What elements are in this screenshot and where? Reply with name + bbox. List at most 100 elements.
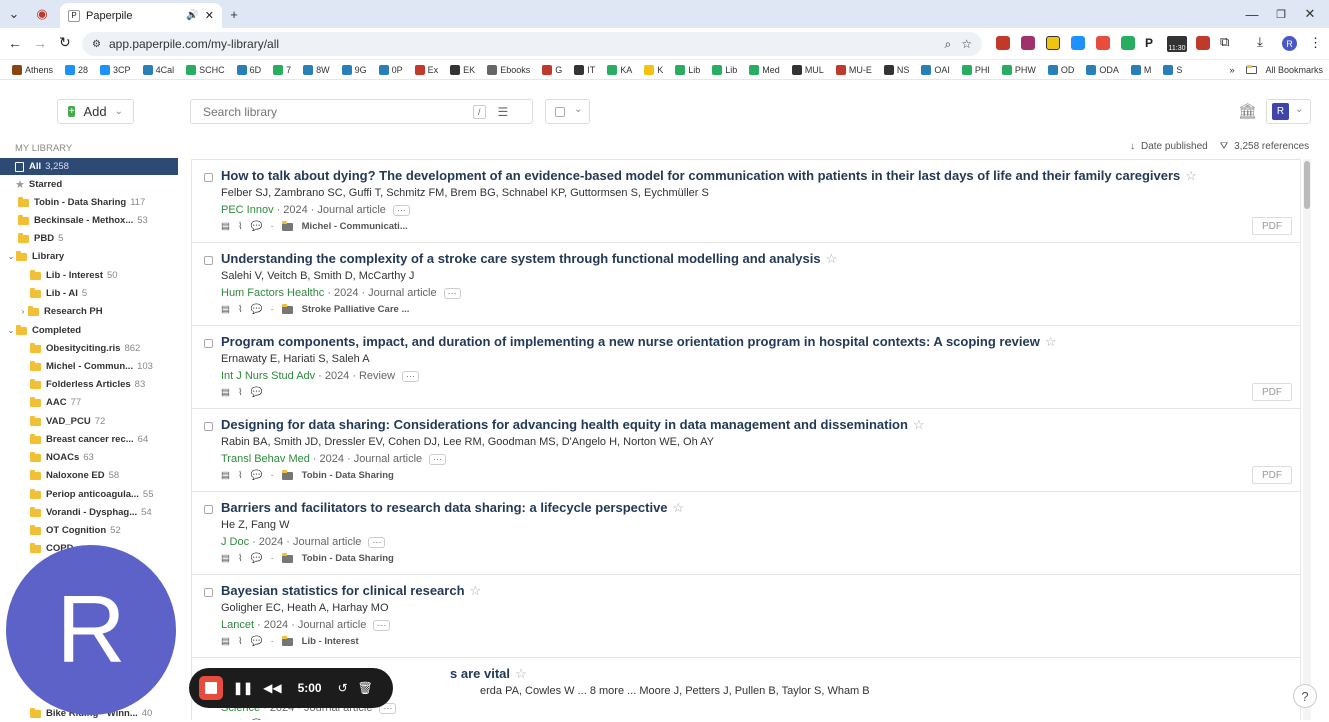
record-icon[interactable]: ◉ xyxy=(30,4,54,24)
reference-row[interactable]: Bayesian statistics for clinical researc… xyxy=(192,575,1300,658)
comment-icon[interactable]: 💬 xyxy=(251,470,263,481)
more-bookmarks-icon[interactable]: » xyxy=(1223,65,1240,75)
extension-icon[interactable] xyxy=(1021,36,1035,50)
star-icon[interactable]: ☆ xyxy=(1045,334,1057,349)
sidebar-item[interactable]: Michel - Commun... 103 xyxy=(0,358,178,375)
notes-icon[interactable]: ▤ xyxy=(221,387,230,398)
bookmark-item[interactable]: MUL xyxy=(786,64,830,75)
folder-label[interactable]: Lib - Interest xyxy=(302,636,359,647)
attachment-icon[interactable]: ⌇ xyxy=(238,387,243,398)
bookmark-item[interactable]: M xyxy=(1125,64,1158,75)
pdf-button[interactable]: PDF xyxy=(1252,466,1292,484)
comment-icon[interactable]: 💬 xyxy=(251,221,263,232)
pdf-button[interactable]: PDF xyxy=(1252,383,1292,401)
sidebar-item[interactable]: Tobin - Data Sharing 117 xyxy=(0,194,178,211)
bookmark-item[interactable]: 0P xyxy=(373,64,409,75)
bookmark-item[interactable]: SCHC xyxy=(180,64,231,75)
star-icon[interactable]: ☆ xyxy=(1185,168,1197,183)
bookmark-item[interactable]: 3CP xyxy=(94,64,137,75)
star-icon[interactable]: ☆ xyxy=(673,500,685,515)
forward-icon[interactable]: → xyxy=(33,35,47,51)
sort-arrow-icon[interactable]: ↓ xyxy=(1130,141,1135,152)
bookmark-item[interactable]: IT xyxy=(568,64,601,75)
close-window-icon[interactable]: ✕ xyxy=(1298,4,1322,24)
stop-record-button[interactable] xyxy=(199,676,223,700)
more-options-button[interactable]: ··· xyxy=(392,204,410,216)
chevron-down-icon[interactable]: ⌄ xyxy=(6,326,16,335)
reference-title[interactable]: Bayesian statistics for clinical researc… xyxy=(221,583,481,599)
sidebar-item[interactable]: Periop anticoagula... 55 xyxy=(0,486,178,503)
sidebar-item[interactable]: PBD 5 xyxy=(0,230,178,247)
row-checkbox[interactable] xyxy=(204,588,213,597)
extension-icon[interactable] xyxy=(1071,36,1085,50)
bookmark-item[interactable]: ODA xyxy=(1080,64,1125,75)
bookmark-item[interactable]: Med xyxy=(743,64,786,75)
comment-icon[interactable]: 💬 xyxy=(251,387,263,398)
site-info-icon[interactable]: ⚙ xyxy=(92,39,101,50)
row-checkbox[interactable] xyxy=(204,339,213,348)
bookmark-item[interactable]: MU-E xyxy=(830,64,878,75)
add-button[interactable]: + Add ⌄ xyxy=(57,99,134,124)
sidebar-item[interactable]: AAC 77 xyxy=(0,394,178,411)
sidebar-item[interactable]: Folderless Articles 83 xyxy=(0,376,178,393)
search-input[interactable] xyxy=(203,104,473,119)
bookmark-item[interactable]: 7 xyxy=(267,64,297,75)
bookmark-item[interactable]: EK xyxy=(444,64,481,75)
address-bar[interactable]: ⚙ app.paperpile.com/my-library/all ⌕ ☆ xyxy=(82,32,982,56)
folder-label[interactable]: Stroke Palliative Care ... xyxy=(302,304,410,315)
speaker-icon[interactable]: 🔊 xyxy=(186,10,198,21)
notes-icon[interactable]: ▤ xyxy=(221,221,230,232)
bookmark-item[interactable]: G xyxy=(536,64,568,75)
row-checkbox[interactable] xyxy=(204,173,213,182)
bookmark-item[interactable]: 6D xyxy=(231,64,268,75)
bookmark-item[interactable]: Ebooks xyxy=(481,64,536,75)
bookmark-item[interactable]: PHI xyxy=(956,64,996,75)
more-options-button[interactable]: ··· xyxy=(373,619,391,631)
reference-row[interactable]: How to talk about dying? The development… xyxy=(192,160,1300,243)
extension-icon[interactable] xyxy=(1121,36,1135,50)
folder-label[interactable]: Tobin - Data Sharing xyxy=(302,553,394,564)
user-menu[interactable]: R ⌄ xyxy=(1266,99,1311,124)
attachment-icon[interactable]: ⌇ xyxy=(238,304,243,315)
journal-name[interactable]: Lancet xyxy=(221,619,254,631)
close-tab-icon[interactable]: ✕ xyxy=(205,9,214,22)
zoom-icon[interactable]: ⌕ xyxy=(945,37,952,52)
row-checkbox[interactable] xyxy=(204,256,213,265)
star-icon[interactable]: ☆ xyxy=(913,417,925,432)
bookmark-star-icon[interactable]: ☆ xyxy=(961,37,972,51)
reference-title[interactable]: Understanding the complexity of a stroke… xyxy=(221,251,837,267)
bookmark-item[interactable]: 4Cal xyxy=(137,64,181,75)
sidebar-item[interactable]: ⌄ Library xyxy=(0,248,178,265)
more-options-button[interactable]: ··· xyxy=(429,453,447,465)
back-icon[interactable]: ← xyxy=(8,35,22,51)
browser-tab[interactable]: P Paperpile 🔊 ✕ xyxy=(60,3,222,28)
extensions-puzzle-icon[interactable]: ⧉ xyxy=(1220,34,1229,50)
select-all-dropdown[interactable]: ⌄ xyxy=(545,99,590,124)
restore-icon[interactable]: ❐ xyxy=(1269,4,1293,24)
extension-icon[interactable] xyxy=(1196,36,1210,50)
bookmark-item[interactable]: Ex xyxy=(409,64,445,75)
row-checkbox[interactable] xyxy=(204,422,213,431)
bookmark-item[interactable]: OAI xyxy=(915,64,956,75)
new-tab-icon[interactable]: + xyxy=(222,4,246,24)
star-icon[interactable]: ☆ xyxy=(826,251,838,266)
attachment-icon[interactable]: ⌇ xyxy=(238,636,243,647)
sidebar-item[interactable]: Breast cancer rec... 64 xyxy=(0,431,178,448)
sidebar-item[interactable]: ★ Starred xyxy=(0,176,178,193)
minimize-icon[interactable]: — xyxy=(1240,4,1264,24)
sidebar-item[interactable]: OT Cognition 52 xyxy=(0,522,178,539)
bookmark-item[interactable]: Lib xyxy=(669,64,706,75)
reference-row[interactable]: Barriers and facilitators to research da… xyxy=(192,492,1300,575)
clock-extension-icon[interactable]: 11:30 xyxy=(1167,36,1187,52)
bookmark-item[interactable]: OD xyxy=(1042,64,1081,75)
bookmark-item[interactable]: Athens xyxy=(6,64,59,75)
sidebar-item[interactable]: Obesityciting.ris 862 xyxy=(0,340,178,357)
comment-icon[interactable]: 💬 xyxy=(251,553,263,564)
pause-icon[interactable]: ❚❚ xyxy=(233,681,253,695)
notes-icon[interactable]: ▤ xyxy=(221,304,230,315)
folder-label[interactable]: Michel - Communicati... xyxy=(302,221,408,232)
more-options-button[interactable]: ··· xyxy=(368,536,386,548)
select-all-checkbox[interactable] xyxy=(555,107,565,117)
attachment-icon[interactable]: ⌇ xyxy=(238,553,243,564)
bookmark-item[interactable]: Lib xyxy=(706,64,743,75)
